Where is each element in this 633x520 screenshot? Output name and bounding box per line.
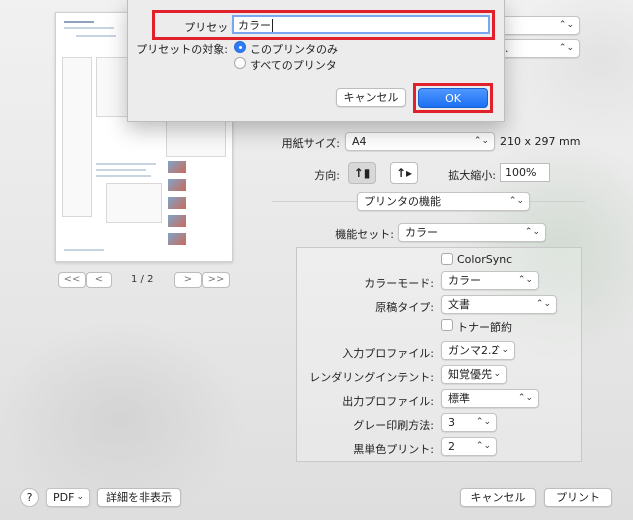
gray-method-value: 3 xyxy=(448,416,455,429)
section-divider-right xyxy=(530,201,585,202)
rendering-intent-label: レンダリングインテント: xyxy=(309,371,434,384)
chevron-updown-icon: ⌃⌄ xyxy=(535,299,551,309)
input-profile-value: ガンマ2.2 xyxy=(448,344,499,357)
gray-method-popup[interactable]: 3 ⌃⌄ xyxy=(441,413,497,432)
chevron-updown-icon: ⌃⌄ xyxy=(485,369,501,379)
output-profile-popup[interactable]: 標準 ⌃⌄ xyxy=(441,389,539,408)
print-section-popup[interactable]: プリンタの機能 ⌃⌄ xyxy=(357,192,530,211)
next-page-button[interactable]: > xyxy=(174,272,202,288)
radio-all-printers[interactable] xyxy=(234,57,246,69)
black-print-popup[interactable]: 2 ⌃⌄ xyxy=(441,437,497,456)
colorsync-label: ColorSync xyxy=(457,253,513,266)
orientation-label: 方向: xyxy=(314,169,340,182)
print-button[interactable]: プリント xyxy=(544,488,612,507)
gray-method-label: グレー印刷方法: xyxy=(353,419,434,432)
toner-save-checkbox[interactable] xyxy=(441,319,453,331)
colorsync-checkbox[interactable] xyxy=(441,253,453,265)
paper-dimensions: 210 x 297 mm xyxy=(500,135,581,148)
chevron-updown-icon: ⌃⌄ xyxy=(517,275,533,285)
color-mode-popup[interactable]: カラー ⌃⌄ xyxy=(441,271,539,290)
chevron-updown-icon: ⌃⌄ xyxy=(508,196,524,206)
feature-set-popup[interactable]: カラー ⌃⌄ xyxy=(398,223,546,242)
input-profile-label: 入力プロファイル: xyxy=(342,347,434,360)
chevron-updown-icon: ⌃⌄ xyxy=(517,393,533,403)
hide-details-button[interactable]: 詳細を非表示 xyxy=(97,488,181,507)
paper-type-label: 原稿タイプ: xyxy=(375,301,434,314)
portrait-icon: ↑▮ xyxy=(353,166,371,180)
chevron-updown-icon: ⌃⌄ xyxy=(493,345,509,355)
output-profile-label: 出力プロファイル: xyxy=(342,395,434,408)
chevron-updown-icon: ⌃⌄ xyxy=(473,136,489,146)
highlight-name-frame xyxy=(152,10,495,40)
black-print-label: 黒単色プリント: xyxy=(353,443,434,456)
pdf-menu-button[interactable]: PDF ⌄ xyxy=(46,488,90,507)
chevron-down-icon: ⌄ xyxy=(76,492,84,502)
print-section-value: プリンタの機能 xyxy=(364,195,441,208)
radio-this-printer[interactable] xyxy=(234,41,246,53)
chevron-updown-icon: ⌃⌄ xyxy=(558,43,574,53)
feature-set-label: 機能セット: xyxy=(335,228,394,241)
pdf-label: PDF xyxy=(53,491,75,504)
preset-target-label: プリセットの対象: xyxy=(136,43,228,56)
prev-page-button[interactable]: < xyxy=(86,272,112,288)
help-button[interactable]: ? xyxy=(20,488,39,507)
paper-type-popup[interactable]: 文書 ⌃⌄ xyxy=(441,295,557,314)
paper-size-label: 用紙サイズ: xyxy=(281,137,340,150)
rendering-intent-popup[interactable]: 知覚優先 ⌃⌄ xyxy=(441,365,507,384)
input-profile-popup[interactable]: ガンマ2.2 ⌃⌄ xyxy=(441,341,515,360)
page-indicator: 1 / 2 xyxy=(131,274,154,285)
sheet-cancel-button[interactable]: キャンセル xyxy=(336,88,406,107)
chevron-updown-icon: ⌃⌄ xyxy=(524,227,540,237)
output-profile-value: 標準 xyxy=(448,392,470,405)
first-page-button[interactable]: << xyxy=(58,272,86,288)
scale-label: 拡大縮小: xyxy=(448,169,496,182)
color-mode-label: カラーモード: xyxy=(364,277,434,290)
cancel-button[interactable]: キャンセル xyxy=(460,488,536,507)
landscape-icon: ↑▸ xyxy=(395,166,413,180)
chevron-updown-icon: ⌃⌄ xyxy=(475,417,491,427)
radio-this-printer-label: このプリンタのみ xyxy=(250,43,338,56)
radio-all-printers-label: すべてのプリンタ xyxy=(250,59,337,72)
color-mode-value: カラー xyxy=(448,274,481,287)
last-page-button[interactable]: >> xyxy=(202,272,230,288)
paper-type-value: 文書 xyxy=(448,298,470,311)
portrait-orientation-button[interactable]: ↑▮ xyxy=(348,162,376,184)
save-preset-sheet: プリセット名: カラー プリセットの対象: このプリンタのみ すべてのプリンタ … xyxy=(127,0,505,122)
chevron-updown-icon: ⌃⌄ xyxy=(558,20,574,30)
paper-size-value: A4 xyxy=(352,135,367,148)
scale-field[interactable]: 100% xyxy=(500,163,550,182)
black-print-value: 2 xyxy=(448,440,455,453)
paper-size-popup[interactable]: A4 ⌃⌄ xyxy=(345,132,495,151)
feature-set-value: カラー xyxy=(405,226,438,239)
toner-save-label: トナー節約 xyxy=(457,321,512,334)
section-divider-left xyxy=(272,201,358,202)
chevron-updown-icon: ⌃⌄ xyxy=(475,441,491,451)
highlight-ok-frame xyxy=(413,83,493,113)
landscape-orientation-button[interactable]: ↑▸ xyxy=(390,162,418,184)
